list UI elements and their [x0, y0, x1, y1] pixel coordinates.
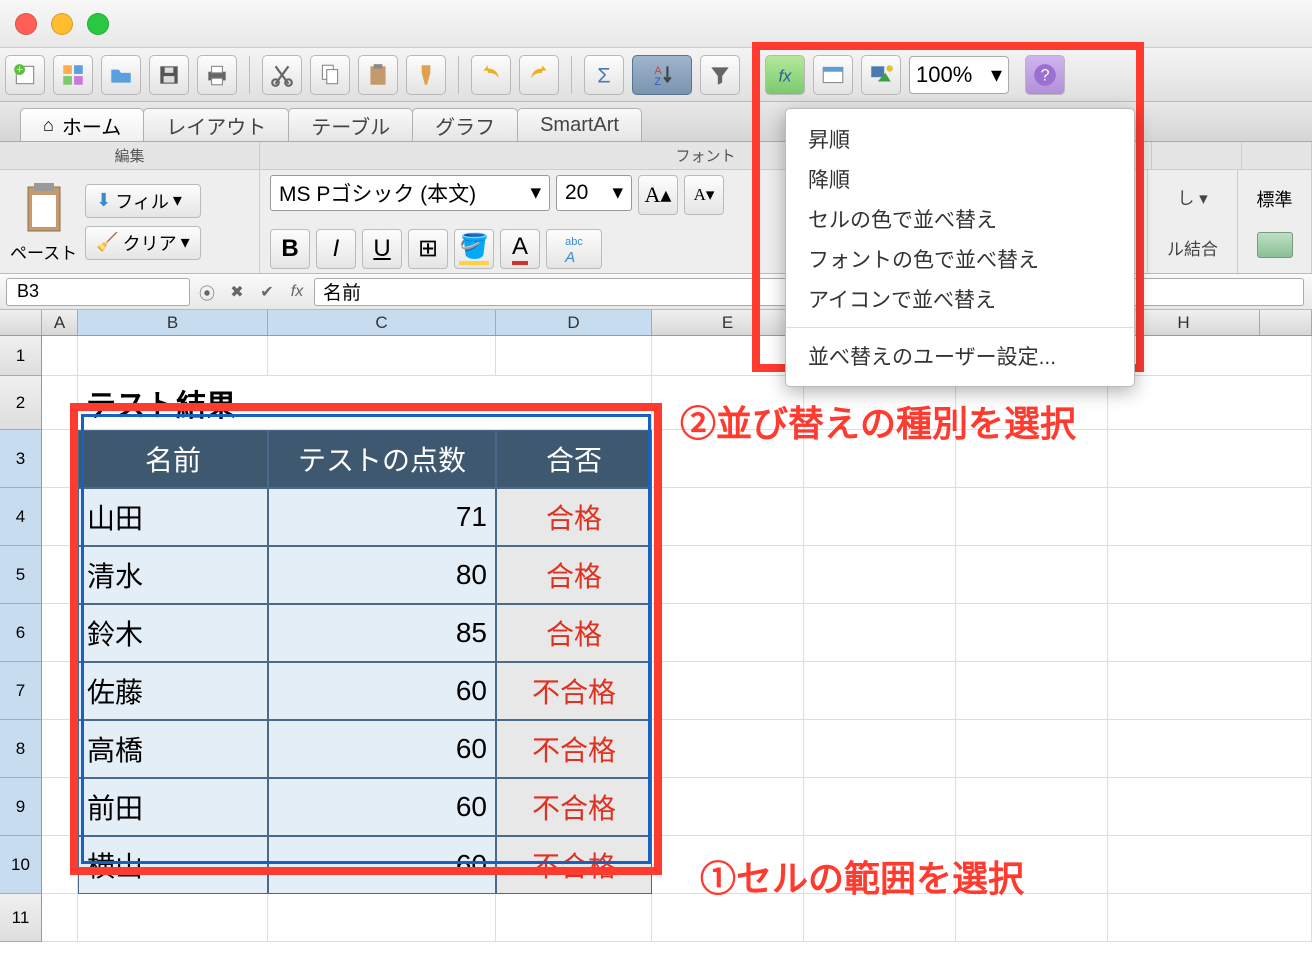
row-header[interactable]: 5 — [0, 546, 42, 604]
redo-button[interactable] — [519, 55, 559, 95]
confirm-icon[interactable]: ✔ — [254, 279, 280, 305]
clear-button[interactable]: 🧹クリア▾ — [85, 226, 200, 260]
svg-text:+: + — [16, 63, 22, 75]
row-3-header[interactable]: 3 — [0, 430, 42, 488]
row-1-header[interactable]: 1 — [0, 336, 42, 376]
copy-button[interactable] — [310, 55, 350, 95]
col-D[interactable]: D — [496, 310, 652, 335]
row-2-header[interactable]: 2 — [0, 376, 42, 430]
cancel-icon[interactable]: ✖ — [224, 279, 250, 305]
font-size-select[interactable]: 20▾ — [556, 175, 632, 211]
window-controls — [0, 0, 1312, 48]
paste-button[interactable] — [358, 55, 398, 95]
fx-icon[interactable]: fx — [284, 279, 310, 305]
minimize-window-button[interactable] — [51, 13, 73, 35]
increase-font-button[interactable]: A▴ — [638, 175, 678, 215]
autosum-button[interactable]: Σ — [584, 55, 624, 95]
col-C[interactable]: C — [268, 310, 496, 335]
sort-dropdown: 昇順 降順 セルの色で並べ替え フォントの色で並べ替え アイコンで並べ替え 並べ… — [785, 108, 1135, 387]
col-rest[interactable] — [1260, 310, 1312, 335]
row-header[interactable]: 10 — [0, 836, 42, 894]
italic-button[interactable]: I — [316, 229, 356, 269]
clipboard-icon — [18, 179, 70, 237]
select-all-corner[interactable] — [0, 310, 42, 335]
col-A[interactable]: A — [42, 310, 78, 335]
row-header[interactable]: 7 — [0, 662, 42, 720]
sort-button[interactable]: AZ — [632, 55, 692, 95]
merge-partial-label: し ▾ — [1177, 184, 1207, 209]
fill-color-button[interactable]: 🪣 — [454, 229, 494, 269]
maximize-window-button[interactable] — [87, 13, 109, 35]
font-color-button[interactable]: A — [500, 229, 540, 269]
home-icon: ⌂ — [43, 115, 54, 136]
cut-button[interactable] — [262, 55, 302, 95]
phonetic-button[interactable]: abcA — [546, 229, 602, 269]
name-box[interactable]: B3 — [6, 278, 190, 306]
sort-icon-item[interactable]: アイコンで並べ替え — [786, 279, 1134, 319]
row-header[interactable]: 6 — [0, 604, 42, 662]
save-button[interactable] — [149, 55, 189, 95]
fill-button[interactable]: ⬇フィル▾ — [85, 184, 200, 218]
tab-tables[interactable]: テーブル — [288, 108, 413, 141]
svg-text:Z: Z — [654, 75, 661, 87]
border-button[interactable]: ⊞ — [408, 229, 448, 269]
open-button[interactable] — [101, 55, 141, 95]
annotation-1-text: ①セルの範囲を選択 — [700, 850, 1024, 902]
print-button[interactable] — [197, 55, 237, 95]
undo-button[interactable] — [471, 55, 511, 95]
tab-smartart[interactable]: SmartArt — [517, 108, 642, 141]
close-window-button[interactable] — [15, 13, 37, 35]
bold-button[interactable]: B — [270, 229, 310, 269]
tab-charts[interactable]: グラフ — [412, 108, 518, 141]
format-painter-button[interactable] — [406, 55, 446, 95]
font-name-select[interactable]: MS Pゴシック (本文)▾ — [270, 175, 550, 211]
underline-button[interactable]: U — [362, 229, 402, 269]
new-sheet-button[interactable]: + — [5, 55, 45, 95]
col-B[interactable]: B — [78, 310, 268, 335]
row-header[interactable]: 8 — [0, 720, 42, 778]
tab-layout[interactable]: レイアウト — [143, 108, 289, 141]
row-11-header[interactable]: 11 — [0, 894, 42, 942]
sort-desc-item[interactable]: 降順 — [786, 159, 1134, 199]
row-header[interactable]: 9 — [0, 778, 42, 836]
tab-home[interactable]: ⌂ホーム — [20, 108, 144, 141]
sort-fontcolor-item[interactable]: フォントの色で並べ替え — [786, 239, 1134, 279]
annotation-box-1 — [70, 403, 662, 875]
templates-button[interactable] — [53, 55, 93, 95]
decrease-font-button[interactable]: A▾ — [684, 175, 724, 215]
row-header[interactable]: 4 — [0, 488, 42, 546]
svg-text:Σ: Σ — [597, 62, 610, 87]
filter-button[interactable] — [700, 55, 740, 95]
sort-cellcolor-item[interactable]: セルの色で並べ替え — [786, 199, 1134, 239]
sheet-area: A B C D E H 1 2 テスト結果 — [0, 310, 1312, 942]
nav-icon[interactable]: ⦿ — [194, 279, 220, 305]
sort-custom-item[interactable]: 並べ替えのユーザー設定... — [786, 336, 1134, 376]
paste-label: ペースト — [10, 239, 77, 264]
sort-asc-item[interactable]: 昇順 — [786, 119, 1134, 159]
annotation-2-text: ②並び替えの種別を選択 — [680, 395, 1076, 447]
